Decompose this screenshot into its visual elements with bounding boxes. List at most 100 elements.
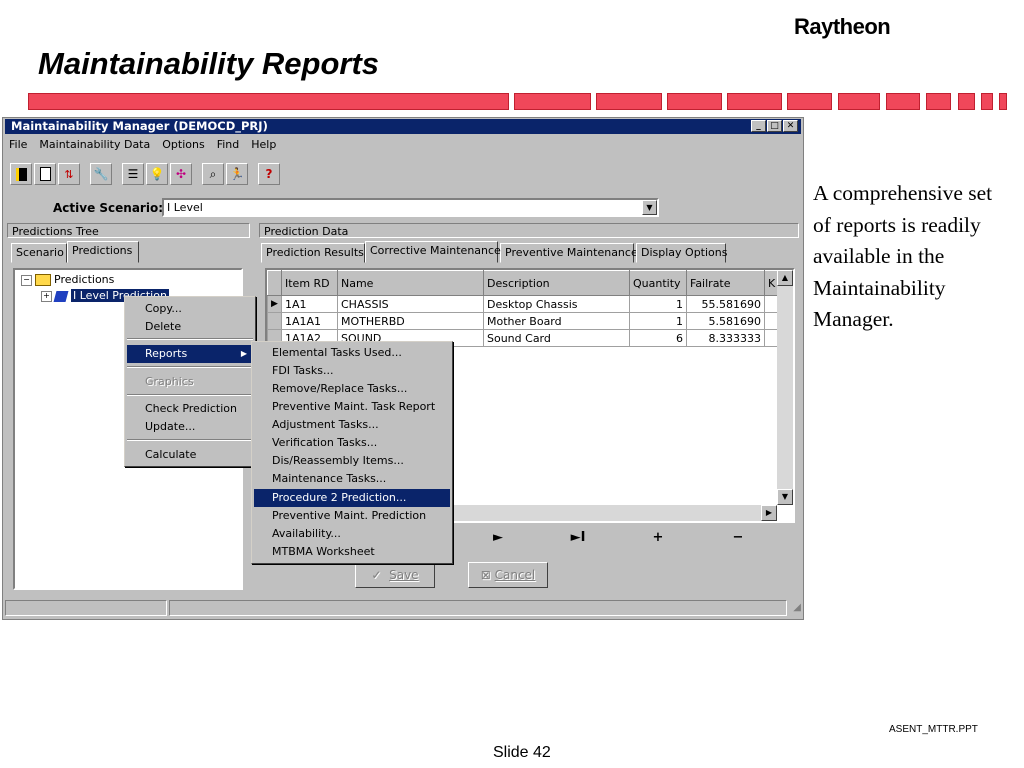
menu-item-maintenance-tasks[interactable]: Maintenance Tasks... <box>254 470 450 488</box>
record-navigator: ► ►I + − <box>458 524 795 550</box>
collapse-icon[interactable]: − <box>21 274 32 286</box>
sort-icon[interactable]: ⇅ <box>58 163 80 185</box>
menu-bar: File Maintainability Data Options Find H… <box>9 138 276 151</box>
accent-bar-segment <box>514 93 591 110</box>
cancel-x-icon: ⊠ <box>480 568 491 582</box>
expand-icon[interactable]: + <box>41 290 52 302</box>
table-row[interactable]: 1A1A1 MOTHERBD Mother Board 1 5.581690 <box>267 312 780 330</box>
tools-icon[interactable]: 🔧 <box>90 163 112 185</box>
save-button[interactable]: ✓ Save <box>355 562 435 588</box>
menu-item-verification-tasks[interactable]: Verification Tasks... <box>254 434 450 452</box>
cell-failrate[interactable]: 55.581690 <box>686 295 765 313</box>
list-icon[interactable]: ☰ <box>122 163 144 185</box>
lightbulb-icon[interactable]: 💡 <box>146 163 168 185</box>
tab-prediction-results[interactable]: Prediction Results <box>261 243 365 263</box>
cell-name[interactable]: MOTHERBD <box>337 312 484 330</box>
scroll-down-icon[interactable]: ▼ <box>777 489 793 505</box>
menu-item-adjustment-tasks[interactable]: Adjustment Tasks... <box>254 416 450 434</box>
cell-failrate[interactable]: 5.581690 <box>686 312 765 330</box>
description-text: A comprehensive set of reports is readil… <box>813 181 993 331</box>
toolbar: ⇅ 🔧 ☰ 💡 ✣ ⌕ 🏃 ? <box>10 161 282 187</box>
menu-item-preventive-prediction[interactable]: Preventive Maint. Prediction <box>254 507 450 525</box>
menu-item-fdi-tasks[interactable]: FDI Tasks... <box>254 362 450 380</box>
menu-item-calculate[interactable]: Calculate <box>127 446 253 464</box>
window-titlebar[interactable]: Maintainability Manager (DEMOCD_PRJ) _ □… <box>5 119 801 134</box>
menu-item-update[interactable]: Update... <box>127 418 253 436</box>
column-header-failrate[interactable]: Failrate <box>686 270 765 296</box>
menu-help[interactable]: Help <box>251 138 276 151</box>
add-record-button[interactable]: + <box>618 530 698 545</box>
chart-icon[interactable]: ✣ <box>170 163 192 185</box>
column-header-item-rd[interactable]: Item RD <box>281 270 338 296</box>
vertical-scrollbar[interactable]: ▲ ▼ <box>777 270 793 505</box>
slide-number: Slide 42 <box>493 744 551 761</box>
slide-title: Maintainability Reports <box>38 46 380 81</box>
search-icon[interactable]: ⌕ <box>202 163 224 185</box>
tab-display-options[interactable]: Display Options <box>636 243 728 263</box>
menu-separator <box>127 366 253 368</box>
menu-item-remove-replace-tasks[interactable]: Remove/Replace Tasks... <box>254 380 450 398</box>
cell-item-rd[interactable]: 1A1 <box>281 295 338 313</box>
next-record-button[interactable]: ► <box>458 530 538 545</box>
close-button[interactable]: ✕ <box>783 120 798 132</box>
submenu-arrow-icon: ▶ <box>240 349 247 358</box>
menu-item-reports[interactable]: Reports ▶ <box>127 345 253 363</box>
menu-item-delete[interactable]: Delete <box>127 318 253 336</box>
menu-item-graphics: Graphics <box>145 375 194 388</box>
maximize-button[interactable]: □ <box>767 120 782 132</box>
cancel-label: Cancel <box>494 568 536 582</box>
cancel-button[interactable]: ⊠ Cancel <box>468 562 548 588</box>
cell-name[interactable]: CHASSIS <box>337 295 484 313</box>
menu-item-availability[interactable]: Availability... <box>254 525 450 543</box>
current-row-indicator-icon: ▶ <box>267 295 282 313</box>
scroll-up-icon[interactable]: ▲ <box>777 270 793 286</box>
new-document-icon[interactable] <box>34 163 56 185</box>
menu-file[interactable]: File <box>9 138 27 151</box>
raytheon-logo: Raytheon <box>794 14 891 39</box>
menu-options[interactable]: Options <box>162 138 204 151</box>
menu-item-mtbma-worksheet[interactable]: MTBMA Worksheet <box>254 543 450 561</box>
grid-header-row: Item RD Name Description Quantity Failra… <box>267 270 780 296</box>
checkmark-icon: ✓ <box>371 568 382 582</box>
accent-bar-segment <box>999 93 1007 110</box>
accent-bar-segment <box>926 93 951 110</box>
cell-description[interactable]: Desktop Chassis <box>483 295 630 313</box>
run-icon[interactable]: 🏃 <box>226 163 248 185</box>
cell-description[interactable]: Mother Board <box>483 312 630 330</box>
cell-quantity[interactable]: 6 <box>629 329 687 347</box>
menu-item-preventive-task-report[interactable]: Preventive Maint. Task Report <box>254 398 450 416</box>
column-header-quantity[interactable]: Quantity <box>629 270 687 296</box>
chevron-down-icon[interactable]: ▼ <box>642 200 657 215</box>
tab-preventive-maintenance[interactable]: Preventive Maintenance <box>500 243 638 263</box>
scroll-right-icon[interactable]: ▶ <box>761 505 777 521</box>
last-record-button[interactable]: ►I <box>538 530 618 545</box>
close-book-icon[interactable] <box>10 163 32 185</box>
menu-item-dis-reassembly-items[interactable]: Dis/Reassembly Items... <box>254 452 450 470</box>
cell-quantity[interactable]: 1 <box>629 312 687 330</box>
cell-quantity[interactable]: 1 <box>629 295 687 313</box>
menu-item-procedure-2-prediction[interactable]: Procedure 2 Prediction... <box>254 489 450 507</box>
menu-maintainability-data[interactable]: Maintainability Data <box>39 138 150 151</box>
cell-description[interactable]: Sound Card <box>483 329 630 347</box>
menu-item-copy[interactable]: Copy... <box>127 300 253 318</box>
cell-item-rd[interactable]: 1A1A1 <box>281 312 338 330</box>
menu-find[interactable]: Find <box>217 138 240 151</box>
tab-predictions[interactable]: Predictions <box>67 241 139 263</box>
menu-item-check-prediction[interactable]: Check Prediction <box>127 400 253 418</box>
reports-submenu: Elemental Tasks Used... FDI Tasks... Rem… <box>251 341 453 564</box>
tab-corrective-maintenance[interactable]: Corrective Maintenance <box>365 241 501 263</box>
menu-separator <box>127 338 253 340</box>
delete-record-button[interactable]: − <box>698 530 778 545</box>
column-header-description[interactable]: Description <box>483 270 630 296</box>
table-row[interactable]: ▶ 1A1 CHASSIS Desktop Chassis 1 55.58169… <box>267 295 780 313</box>
cell-failrate[interactable]: 8.333333 <box>686 329 765 347</box>
column-header-name[interactable]: Name <box>337 270 484 296</box>
help-icon[interactable]: ? <box>258 163 280 185</box>
active-scenario-select[interactable]: I Level ▼ <box>162 198 659 217</box>
resize-grip-icon[interactable]: ◢ <box>793 602 801 613</box>
menu-item-elemental-tasks[interactable]: Elemental Tasks Used... <box>254 344 450 362</box>
tab-scenario[interactable]: Scenario <box>11 243 67 263</box>
minimize-button[interactable]: _ <box>751 120 766 132</box>
accent-bar-segment <box>667 93 722 110</box>
tree-node-predictions[interactable]: − Predictions <box>21 273 114 286</box>
